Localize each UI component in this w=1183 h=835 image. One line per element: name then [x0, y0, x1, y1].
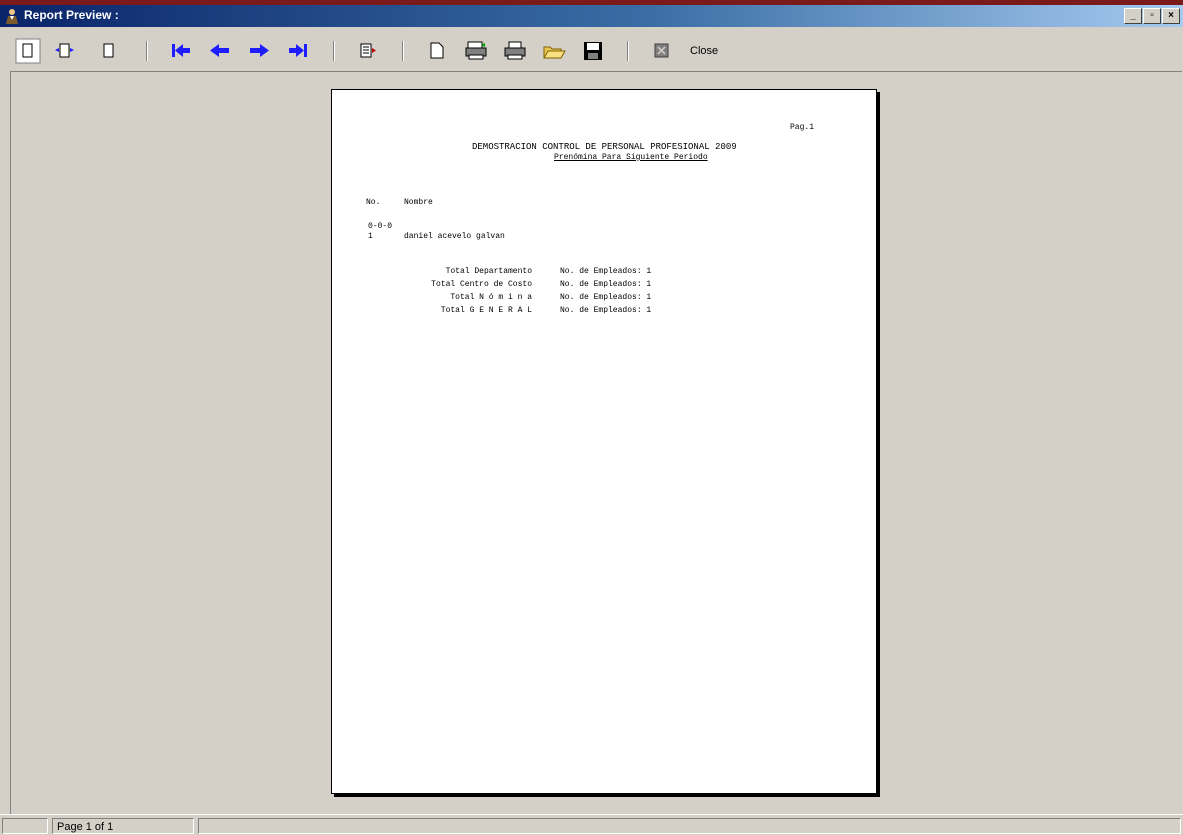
last-page-button[interactable]: [284, 37, 312, 65]
next-page-button[interactable]: [245, 37, 273, 65]
close-icon-button[interactable]: [648, 37, 676, 65]
maximize-button[interactable]: ▫: [1143, 8, 1161, 24]
page-width-button[interactable]: [50, 37, 78, 65]
toolbar: Close: [0, 33, 1183, 71]
new-page-button[interactable]: [423, 37, 451, 65]
print-setup-icon: [465, 41, 487, 60]
whole-page-icon: [15, 38, 41, 64]
go-to-page-button[interactable]: [354, 37, 382, 65]
save-button[interactable]: [579, 37, 607, 65]
total-label: Total G E N E R A L: [440, 306, 532, 315]
row-number: 1: [368, 232, 373, 241]
goto-page-icon: [360, 43, 376, 58]
arrow-right-icon: [250, 44, 269, 57]
full-size-icon: [103, 43, 114, 58]
open-folder-icon: [543, 46, 566, 59]
arrow-left-icon: [210, 44, 229, 57]
print-button[interactable]: [501, 37, 529, 65]
app-icon: [6, 9, 18, 24]
column-header-no: No.: [366, 198, 381, 207]
page-indicator: Page 1 of 1: [52, 818, 194, 834]
whole-page-button[interactable]: [14, 37, 42, 65]
close-window-button[interactable]: ×: [1162, 8, 1180, 24]
employee-name: daniel acevelo galvan: [404, 232, 505, 241]
open-button[interactable]: [540, 37, 568, 65]
last-page-icon: [289, 44, 307, 57]
total-count: No. de Empleados: 1: [560, 306, 652, 315]
report-page: Pag.1 DEMOSTRACION CONTROL DE PERSONAL P…: [331, 89, 877, 794]
close-report-icon: [654, 43, 669, 58]
title-bar: Report Preview : _ ▫ ×: [0, 5, 1183, 27]
column-header-name: Nombre: [404, 198, 433, 207]
floppy-disk-icon: [584, 42, 602, 60]
zoom-100-button[interactable]: [95, 37, 123, 65]
total-count: No. de Empleados: 1: [560, 267, 652, 276]
page-width-icon: [55, 43, 74, 58]
toolbar-separator: [402, 41, 404, 61]
first-page-icon: [172, 44, 190, 57]
toolbar-separator: [627, 41, 629, 61]
group-code: 0-0-0: [368, 222, 393, 231]
page-number: Pag.1: [790, 123, 815, 132]
print-setup-button[interactable]: [462, 37, 490, 65]
previous-page-button[interactable]: [206, 37, 234, 65]
status-pane-empty: [2, 818, 48, 834]
first-page-button[interactable]: [167, 37, 195, 65]
status-bar: Page 1 of 1: [0, 814, 1183, 835]
status-pane-main: [198, 818, 1181, 834]
minimize-button[interactable]: _: [1124, 8, 1142, 24]
total-label: Total Centro de Costo: [431, 280, 532, 289]
window-controls: _ ▫ ×: [1123, 8, 1180, 24]
report-subtitle: Prenómina Para Siguiente Periodo: [554, 153, 708, 162]
total-count: No. de Empleados: 1: [560, 280, 652, 289]
blank-page-icon: [430, 42, 444, 59]
total-label: Total N ó m i n a: [450, 293, 532, 302]
toolbar-separator: [146, 41, 148, 61]
preview-area[interactable]: Pag.1 DEMOSTRACION CONTROL DE PERSONAL P…: [10, 71, 1182, 814]
close-button[interactable]: Close: [690, 45, 718, 57]
window-title: Report Preview :: [24, 8, 119, 22]
total-count: No. de Empleados: 1: [560, 293, 652, 302]
report-title: DEMOSTRACION CONTROL DE PERSONAL PROFESI…: [472, 142, 737, 152]
toolbar-separator: [333, 41, 335, 61]
printer-icon: [504, 41, 526, 60]
total-label: Total Departamento: [445, 267, 532, 276]
